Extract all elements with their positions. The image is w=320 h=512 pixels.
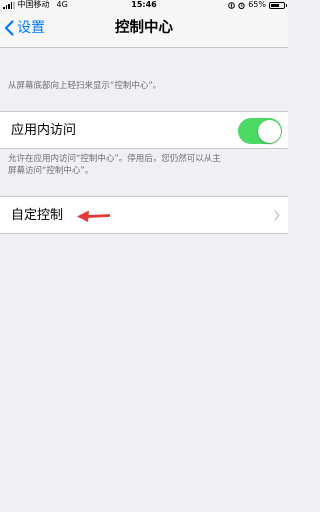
battery-percent: 65%	[248, 0, 266, 9]
access-in-apps-label: 应用内访问	[11, 123, 77, 138]
customize-controls-row[interactable]: 自定控制	[0, 196, 288, 234]
access-in-apps-footer: 允许在应用内访问“控制中心”。停用后，您仍然可以从主 屏幕访问“控制中心”。	[8, 153, 221, 177]
battery-icon	[269, 1, 287, 9]
navigation-bar: 设置 控制中心	[0, 10, 288, 48]
battery-fill	[271, 3, 279, 7]
access-footer-line-1: 允许在应用内访问“控制中心”。停用后，您仍然可以从主	[8, 154, 221, 164]
status-right: 65%	[228, 0, 287, 10]
access-footer-line-2: 屏幕访问“控制中心”。	[8, 166, 94, 176]
page-title: 控制中心	[115, 20, 173, 36]
location-icon	[228, 1, 236, 9]
toggle-knob	[257, 119, 281, 143]
red-arrow-annotation	[77, 210, 110, 222]
swipe-hint-text: 从屏幕底部向上轻扫来显示“控制中心”。	[8, 81, 162, 91]
access-in-apps-toggle[interactable]	[238, 118, 282, 144]
status-bar: 中国移动 4G 15:46 65%	[0, 0, 288, 10]
customize-controls-label: 自定控制	[11, 208, 64, 223]
alarm-icon	[238, 2, 245, 9]
chevron-right-icon	[274, 210, 280, 221]
access-in-apps-row: 应用内访问	[0, 111, 288, 149]
